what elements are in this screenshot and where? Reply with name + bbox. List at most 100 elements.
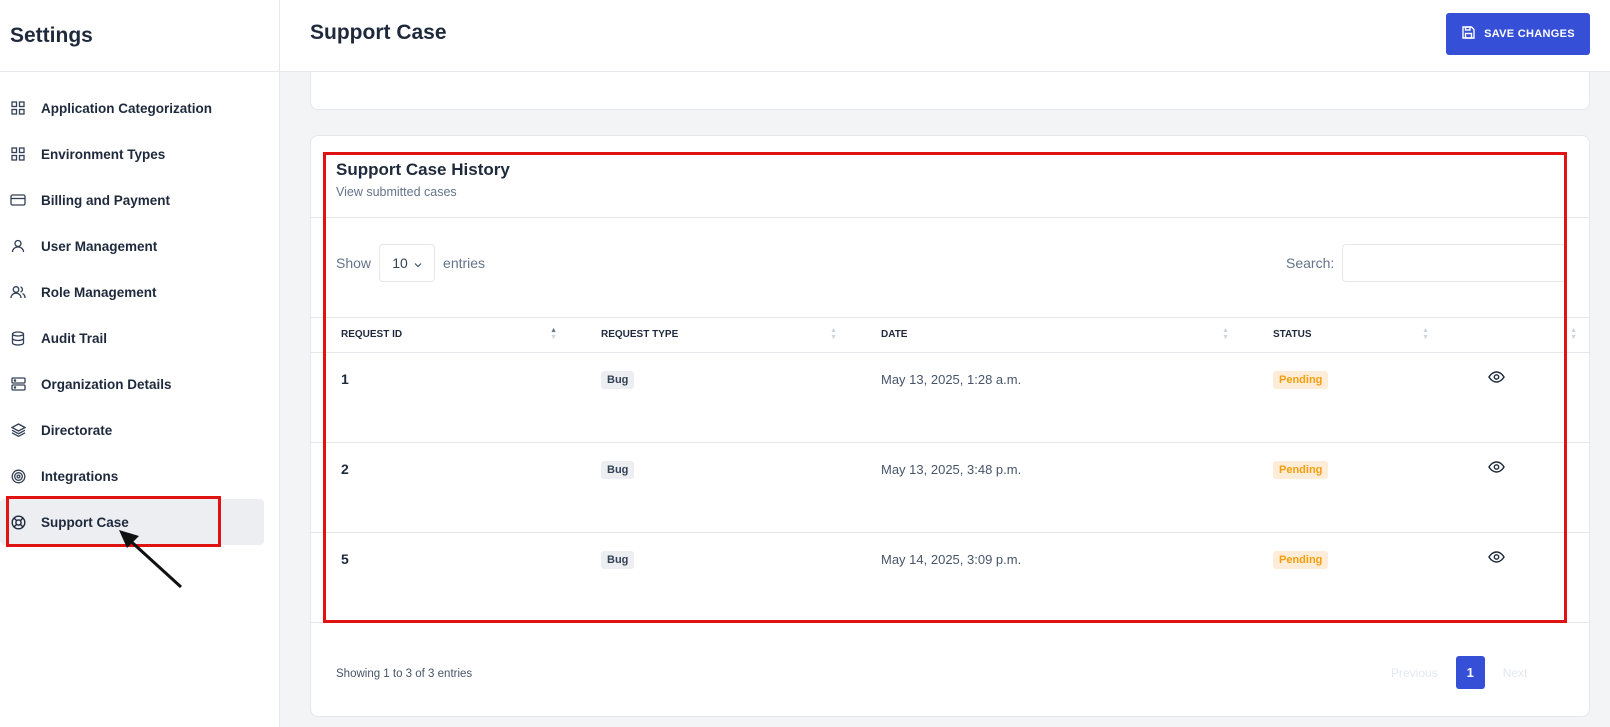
view-eye-icon[interactable] [1488,370,1505,386]
request-type-cell: Bug [571,442,851,533]
sidebar-item-label: Role Management [41,284,157,300]
request-type-cell: Bug [571,352,851,443]
column-label: REQUEST ID [341,329,403,341]
grid-icon [10,146,26,162]
sidebar-header: Settings [0,0,279,72]
table-info: Showing 1 to 3 of 3 entries [336,668,473,680]
grid-icon [10,100,26,116]
sidebar-item-label: Environment Types [41,146,166,162]
credit-card-icon [10,192,26,208]
actions-cell [1443,442,1591,533]
card-title: Support Case History [336,160,510,179]
sidebar-item-organization-details[interactable]: Organization Details [0,361,263,407]
sidebar-item-billing-and-payment[interactable]: Billing and Payment [0,177,263,223]
card-header: Support Case History View submitted case… [311,136,1589,218]
request-type-cell: Bug [571,532,851,623]
sidebar-item-role-management[interactable]: Role Management [0,269,263,315]
users-icon [10,284,26,300]
save-changes-button[interactable]: SAVE CHANGES [1446,13,1590,55]
sidebar-item-user-management[interactable]: User Management [0,223,263,269]
type-badge: Bug [601,370,635,389]
actions-cell [1443,352,1591,443]
sidebar-item-directorate[interactable]: Directorate [0,407,263,453]
table-row: 1 Bug May 13, 2025, 1:28 a.m. Pending [311,352,1591,443]
sidebar-item-label: Audit Trail [41,330,108,346]
sidebar-title: Settings [10,23,93,47]
card-subtitle: View submitted cases [336,185,457,199]
status-cell: Pending [1243,352,1443,443]
user-icon [10,238,26,254]
pagination: Previous 1 Next [1381,656,1537,689]
sidebar-item-label: Organization Details [41,376,172,392]
settings-nav: Application Categorization Environment T… [0,72,279,545]
annotation-arrow-icon [119,530,183,589]
status-badge: Pending [1273,550,1329,569]
actions-cell [1443,532,1591,623]
entries-label: entries [443,255,486,271]
sidebar-item-label: User Management [41,238,158,254]
pagination-page-1[interactable]: 1 [1455,656,1485,689]
column-header-status[interactable]: STATUS ▲ ▼ [1243,318,1443,353]
column-label: STATUS [1273,329,1312,341]
sidebar-item-integrations[interactable]: Integrations [0,453,263,499]
support-case-table: REQUEST ID ▲ ▼ REQUEST TYPE ▲ ▼ DATE ▲ ▼ STATU… [311,318,1591,623]
search-input[interactable] [1342,244,1567,282]
pagination-next[interactable]: Next [1493,666,1538,680]
page-title: Support Case [310,21,447,44]
target-icon [10,468,26,484]
column-header-request-id[interactable]: REQUEST ID ▲ ▼ [311,318,571,353]
sort-icon: ▲ ▼ [1570,327,1577,341]
sidebar-item-environment-types[interactable]: Environment Types [0,131,263,177]
status-cell: Pending [1243,532,1443,623]
entries-select-value: 10 [392,255,408,271]
topbar: Support Case SAVE CHANGES [280,0,1610,72]
column-header-date[interactable]: DATE ▲ ▼ [851,318,1243,353]
table-row: 2 Bug May 13, 2025, 3:48 p.m. Pending [311,442,1591,533]
sort-icon: ▲ ▼ [1222,327,1229,341]
sort-icon: ▲ ▼ [1422,327,1429,341]
request-id-cell: 1 [311,352,571,443]
sidebar-item-label: Billing and Payment [41,192,171,208]
entries-length-control: Show 10 entries [336,244,485,282]
status-badge: Pending [1273,460,1329,479]
chevron-down-icon [414,255,422,271]
save-icon [1461,25,1476,43]
column-label: DATE [881,329,908,341]
layers-icon [10,422,26,438]
view-eye-icon[interactable] [1488,550,1505,566]
server-icon [10,376,26,392]
column-label: REQUEST TYPE [601,329,679,341]
database-icon [10,330,26,346]
table-header-row: REQUEST ID ▲ ▼ REQUEST TYPE ▲ ▼ DATE ▲ ▼ STATU… [311,318,1591,353]
table-row: 5 Bug May 14, 2025, 3:09 p.m. Pending [311,532,1591,623]
sidebar-item-label: Application Categorization [41,100,213,116]
column-header-request-type[interactable]: REQUEST TYPE ▲ ▼ [571,318,851,353]
date-cell: May 13, 2025, 3:48 p.m. [851,442,1243,533]
save-changes-label: SAVE CHANGES [1484,28,1575,40]
sidebar-item-label: Integrations [41,468,119,484]
date-cell: May 13, 2025, 1:28 a.m. [851,352,1243,443]
sidebar-item-application-categorization[interactable]: Application Categorization [0,85,263,131]
type-badge: Bug [601,460,635,479]
annotation-highlight-box [6,496,221,547]
search-label: Search: [1286,255,1335,271]
entries-select[interactable]: 10 [379,244,436,282]
sort-icon: ▲ ▼ [830,327,837,341]
sidebar-item-audit-trail[interactable]: Audit Trail [0,315,263,361]
status-badge: Pending [1273,370,1329,389]
sort-icon: ▲ ▼ [550,327,557,341]
show-label: Show [336,255,372,271]
previous-card [310,72,1590,110]
sidebar-item-label: Directorate [41,422,113,438]
support-case-history-card: Support Case History View submitted case… [310,135,1591,717]
type-badge: Bug [601,550,635,569]
table-controls: Show 10 entries Search: [311,218,1589,318]
pagination-previous[interactable]: Previous [1381,666,1448,680]
view-eye-icon[interactable] [1488,460,1505,476]
column-header-actions[interactable]: ▲ ▼ [1443,318,1591,353]
status-cell: Pending [1243,442,1443,533]
date-cell: May 14, 2025, 3:09 p.m. [851,532,1243,623]
request-id-cell: 5 [311,532,571,623]
search-control: Search: [1286,244,1567,282]
request-id-cell: 2 [311,442,571,533]
